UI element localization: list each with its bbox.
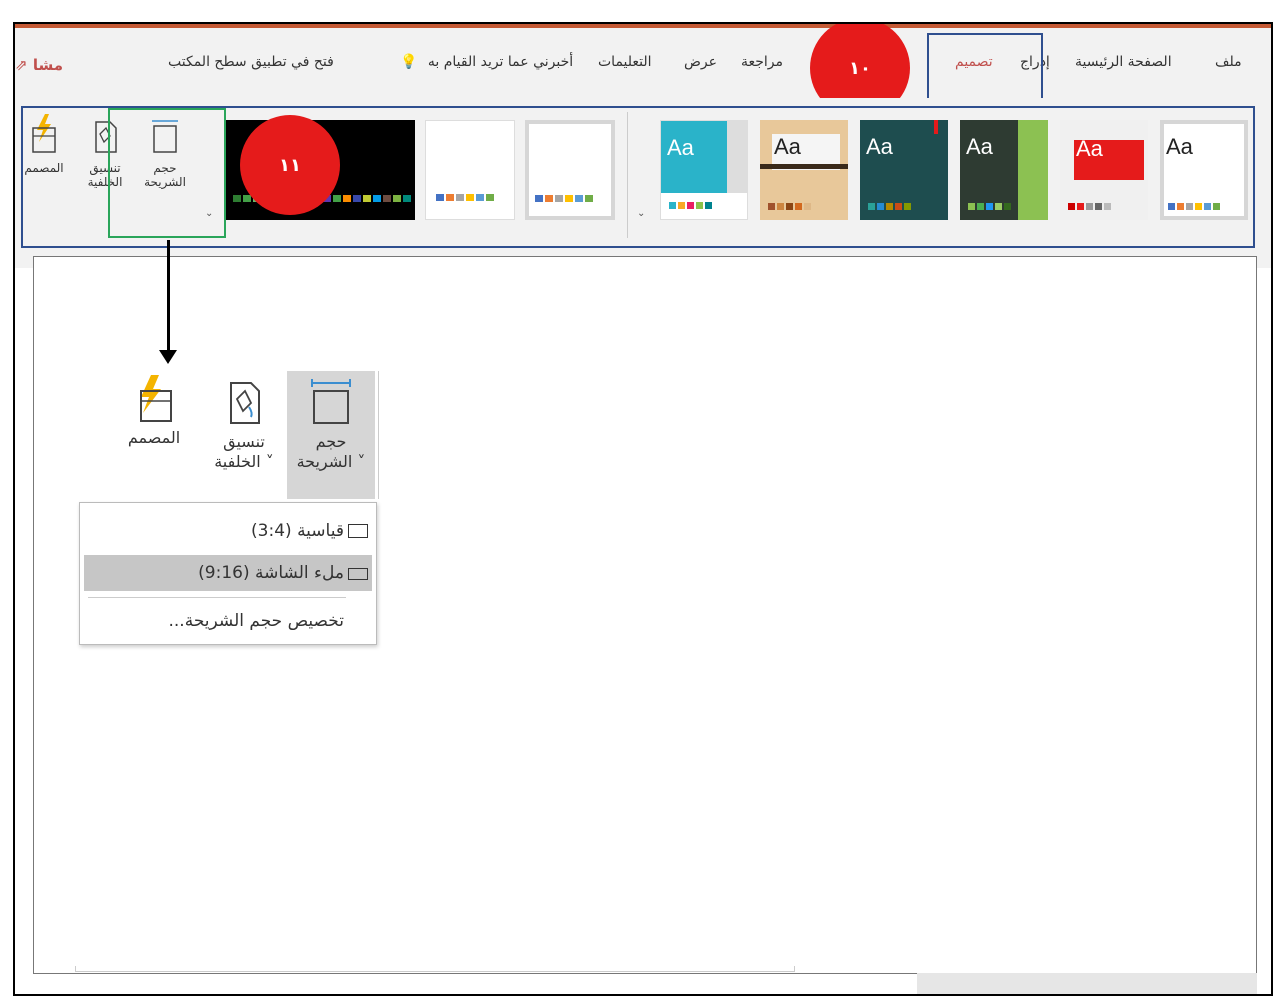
zoomed-slide-size-line1: حجم bbox=[315, 432, 347, 451]
designer-button[interactable]: المصمم bbox=[17, 112, 71, 175]
theme-red[interactable]: Aa bbox=[1060, 120, 1148, 220]
share-label: مشا bbox=[32, 56, 63, 74]
design-tab-highlight bbox=[927, 33, 1043, 107]
zoomed-slide-size-icon bbox=[311, 379, 351, 424]
pointer-arrow-head bbox=[159, 350, 177, 364]
zoomed-designer-label: المصمم bbox=[127, 428, 181, 447]
zoomed-slide-size-button[interactable]: حجم الشريحة ˅ bbox=[287, 371, 375, 499]
theme-cyan[interactable]: Aa bbox=[660, 120, 748, 220]
variant-1[interactable] bbox=[525, 120, 615, 220]
slide-canvas-edge bbox=[75, 966, 795, 972]
tab-review[interactable]: مراجعة bbox=[741, 54, 783, 70]
standard-slide-icon bbox=[348, 524, 368, 538]
dropdown-separator bbox=[88, 597, 346, 598]
variant-2[interactable] bbox=[425, 120, 515, 220]
zoomed-divider bbox=[378, 371, 379, 499]
themes-more-chevron-icon[interactable]: ⌄ bbox=[637, 208, 645, 219]
theme-dark-green[interactable]: Aa bbox=[960, 120, 1048, 220]
design-ribbon: Aa Aa Aa Aa Aa Aa ⌄ ⌄ حجم الشريحة تنسيق … bbox=[15, 98, 1271, 268]
tab-home[interactable]: الصفحة الرئيسية bbox=[1075, 54, 1172, 70]
theme-sample-text: Aa bbox=[1166, 134, 1193, 159]
slide-size-highlight bbox=[108, 108, 226, 238]
tell-me-label: أخبرني عما تريد القيام به bbox=[427, 54, 574, 70]
zoomed-format-background-line2: الخلفية ˅ bbox=[214, 452, 274, 471]
menu-bar: ملف الصفحة الرئيسية إدراج تصميم مراجعة ع… bbox=[15, 24, 1271, 118]
pointer-arrow bbox=[167, 240, 170, 354]
ribbon-divider bbox=[627, 112, 628, 238]
theme-office[interactable]: Aa bbox=[1160, 120, 1248, 220]
theme-wood[interactable]: Aa bbox=[760, 120, 848, 220]
share-icon: ⇗ bbox=[15, 56, 28, 74]
zoomed-designer-icon bbox=[140, 375, 172, 422]
standard-size-option[interactable]: قياسية (3:4) bbox=[84, 513, 372, 549]
status-area bbox=[917, 973, 1257, 994]
custom-size-label: تخصيص حجم الشريحة... bbox=[168, 611, 345, 631]
zoomed-format-background-line1: تنسيق bbox=[223, 432, 265, 451]
widescreen-size-option[interactable]: ملء الشاشة (9:16) bbox=[84, 555, 372, 591]
zoomed-format-background-icon bbox=[230, 382, 260, 424]
zoomed-slide-size-line2: الشريحة ˅ bbox=[296, 452, 366, 471]
zoomed-designer-button[interactable]: المصمم bbox=[110, 371, 198, 499]
standard-size-label: قياسية (3:4) bbox=[251, 521, 344, 541]
powerpoint-window: ملف الصفحة الرئيسية إدراج تصميم مراجعة ع… bbox=[13, 22, 1273, 996]
zoomed-format-background-button[interactable]: تنسيق الخلفية ˅ bbox=[200, 371, 288, 499]
designer-label: المصمم bbox=[24, 161, 64, 175]
widescreen-slide-icon bbox=[348, 568, 368, 580]
step-marker-11: ١١ bbox=[240, 115, 340, 215]
lightbulb-icon: 💡 bbox=[400, 54, 418, 70]
theme-teal[interactable]: Aa bbox=[860, 120, 948, 220]
tell-me-box[interactable]: أخبرني عما تريد القيام به 💡 bbox=[400, 54, 573, 70]
custom-size-option[interactable]: تخصيص حجم الشريحة... bbox=[84, 603, 372, 639]
open-in-desktop-link[interactable]: فتح في تطبيق سطح المكتب bbox=[168, 54, 334, 70]
share-button[interactable]: مشا ⇗ bbox=[15, 56, 63, 74]
widescreen-size-label: ملء الشاشة (9:16) bbox=[198, 563, 344, 583]
tab-file[interactable]: ملف bbox=[1215, 54, 1242, 70]
tab-help[interactable]: التعليمات bbox=[598, 54, 652, 70]
tab-view[interactable]: عرض bbox=[684, 54, 717, 70]
zoomed-ribbon-group: حجم الشريحة ˅ تنسيق الخلفية ˅ المصمم bbox=[110, 371, 379, 501]
slide-size-dropdown: قياسية (3:4) ملء الشاشة (9:16) تخصيص حجم… bbox=[79, 502, 377, 645]
designer-icon bbox=[32, 114, 56, 153]
